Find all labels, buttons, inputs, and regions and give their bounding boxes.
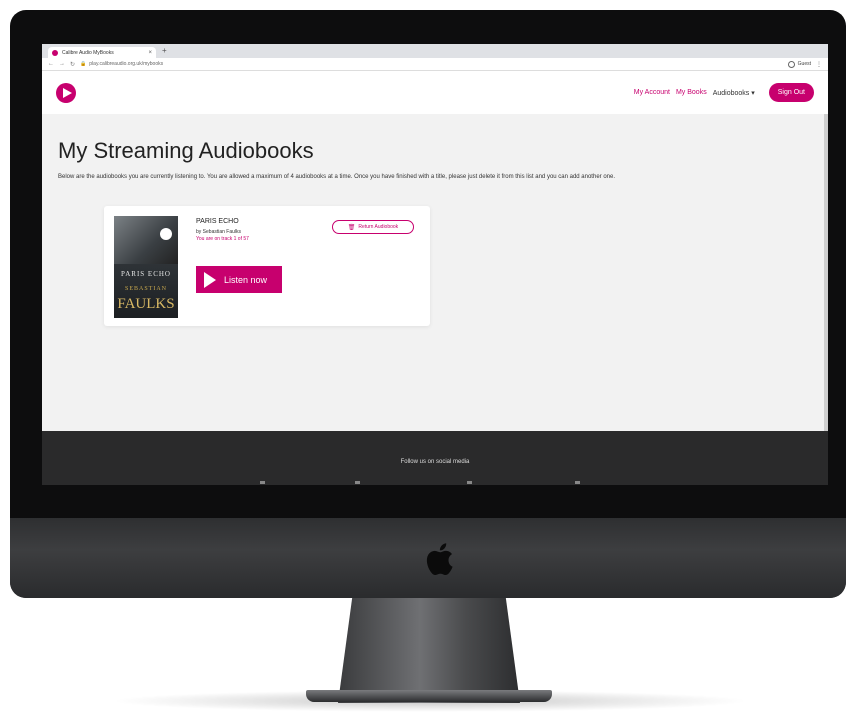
cover-title: PARIS ECHO bbox=[120, 270, 171, 278]
instagram-icon[interactable] bbox=[467, 481, 472, 484]
new-tab-icon[interactable]: + bbox=[162, 46, 167, 55]
listen-now-button[interactable]: Listen now bbox=[196, 266, 282, 293]
monitor-stand-base bbox=[306, 690, 552, 702]
calibre-logo-icon[interactable] bbox=[56, 82, 76, 103]
profile-icon bbox=[787, 60, 795, 68]
twitter-icon[interactable] bbox=[355, 481, 360, 484]
nav-my-books[interactable]: My Books bbox=[676, 89, 707, 96]
nav-audiobooks-dropdown[interactable]: Audiobooks ▾ bbox=[713, 89, 755, 97]
monitor-stand bbox=[338, 595, 520, 703]
tab-title: Calibre Audio MyBooks bbox=[62, 49, 114, 56]
book-track-status: You are on track 1 of 57 bbox=[196, 236, 249, 242]
listen-now-label: Listen now bbox=[224, 274, 268, 285]
page-title: My Streaming Audiobooks bbox=[58, 138, 314, 163]
reload-icon[interactable]: ↻ bbox=[70, 61, 75, 68]
favicon-icon bbox=[52, 49, 58, 56]
tab-close-icon[interactable]: × bbox=[148, 50, 152, 56]
browser-tab-bar: Calibre Audio MyBooks × + bbox=[42, 44, 828, 58]
profile-button[interactable]: Guest bbox=[787, 60, 811, 68]
screen: Calibre Audio MyBooks × + ← → ↻ 🔒 play.c… bbox=[42, 44, 828, 485]
return-audiobook-label: Return Audiobook bbox=[358, 224, 399, 230]
site-footer: Follow us on social media bbox=[42, 431, 828, 485]
site-header: My Account My Books Audiobooks ▾ Sign Ou… bbox=[42, 71, 828, 114]
site-nav: My Account My Books Audiobooks ▾ bbox=[634, 89, 755, 97]
book-author: by Sebastian Faulks bbox=[196, 229, 242, 235]
nav-my-account[interactable]: My Account bbox=[634, 89, 670, 96]
url-text: play.calibreaudio.org.uk/mybooks bbox=[89, 61, 164, 67]
facebook-icon[interactable] bbox=[260, 481, 265, 484]
forward-icon[interactable]: → bbox=[59, 61, 65, 67]
browser-tab[interactable]: Calibre Audio MyBooks × bbox=[48, 47, 156, 58]
return-audiobook-button[interactable]: 🗑 Return Audiobook bbox=[332, 220, 414, 234]
trash-icon: 🗑 bbox=[347, 224, 356, 231]
page-scrollbar[interactable] bbox=[824, 114, 828, 431]
main-content: My Streaming Audiobooks Below are the au… bbox=[42, 138, 828, 182]
back-icon[interactable]: ← bbox=[48, 61, 54, 67]
cover-sticker bbox=[160, 228, 172, 240]
profile-label: Guest bbox=[797, 61, 811, 67]
sign-out-button[interactable]: Sign Out bbox=[768, 83, 814, 102]
address-bar: ← → ↻ 🔒 play.calibreaudio.org.uk/mybooks… bbox=[42, 58, 828, 71]
youtube-icon[interactable] bbox=[575, 481, 580, 484]
book-cover[interactable]: PARIS ECHO SEBASTIAN FAULKS bbox=[114, 216, 178, 318]
url-field[interactable]: 🔒 play.calibreaudio.org.uk/mybooks bbox=[80, 61, 783, 67]
book-title: PARIS ECHO bbox=[196, 218, 239, 225]
audiobook-card: PARIS ECHO SEBASTIAN FAULKS PARIS ECHO b… bbox=[104, 206, 430, 326]
play-icon bbox=[204, 271, 216, 288]
browser-menu-icon[interactable]: ⋮ bbox=[816, 61, 822, 68]
apple-logo-icon bbox=[426, 543, 453, 576]
cover-author-first: SEBASTIAN bbox=[124, 286, 167, 292]
lock-icon: 🔒 bbox=[80, 61, 87, 67]
footer-social-heading: Follow us on social media bbox=[400, 459, 470, 465]
intro-text: Below are the audiobooks you are current… bbox=[58, 174, 615, 180]
cover-photo bbox=[114, 216, 178, 264]
cover-author-last: FAULKS bbox=[117, 296, 175, 312]
